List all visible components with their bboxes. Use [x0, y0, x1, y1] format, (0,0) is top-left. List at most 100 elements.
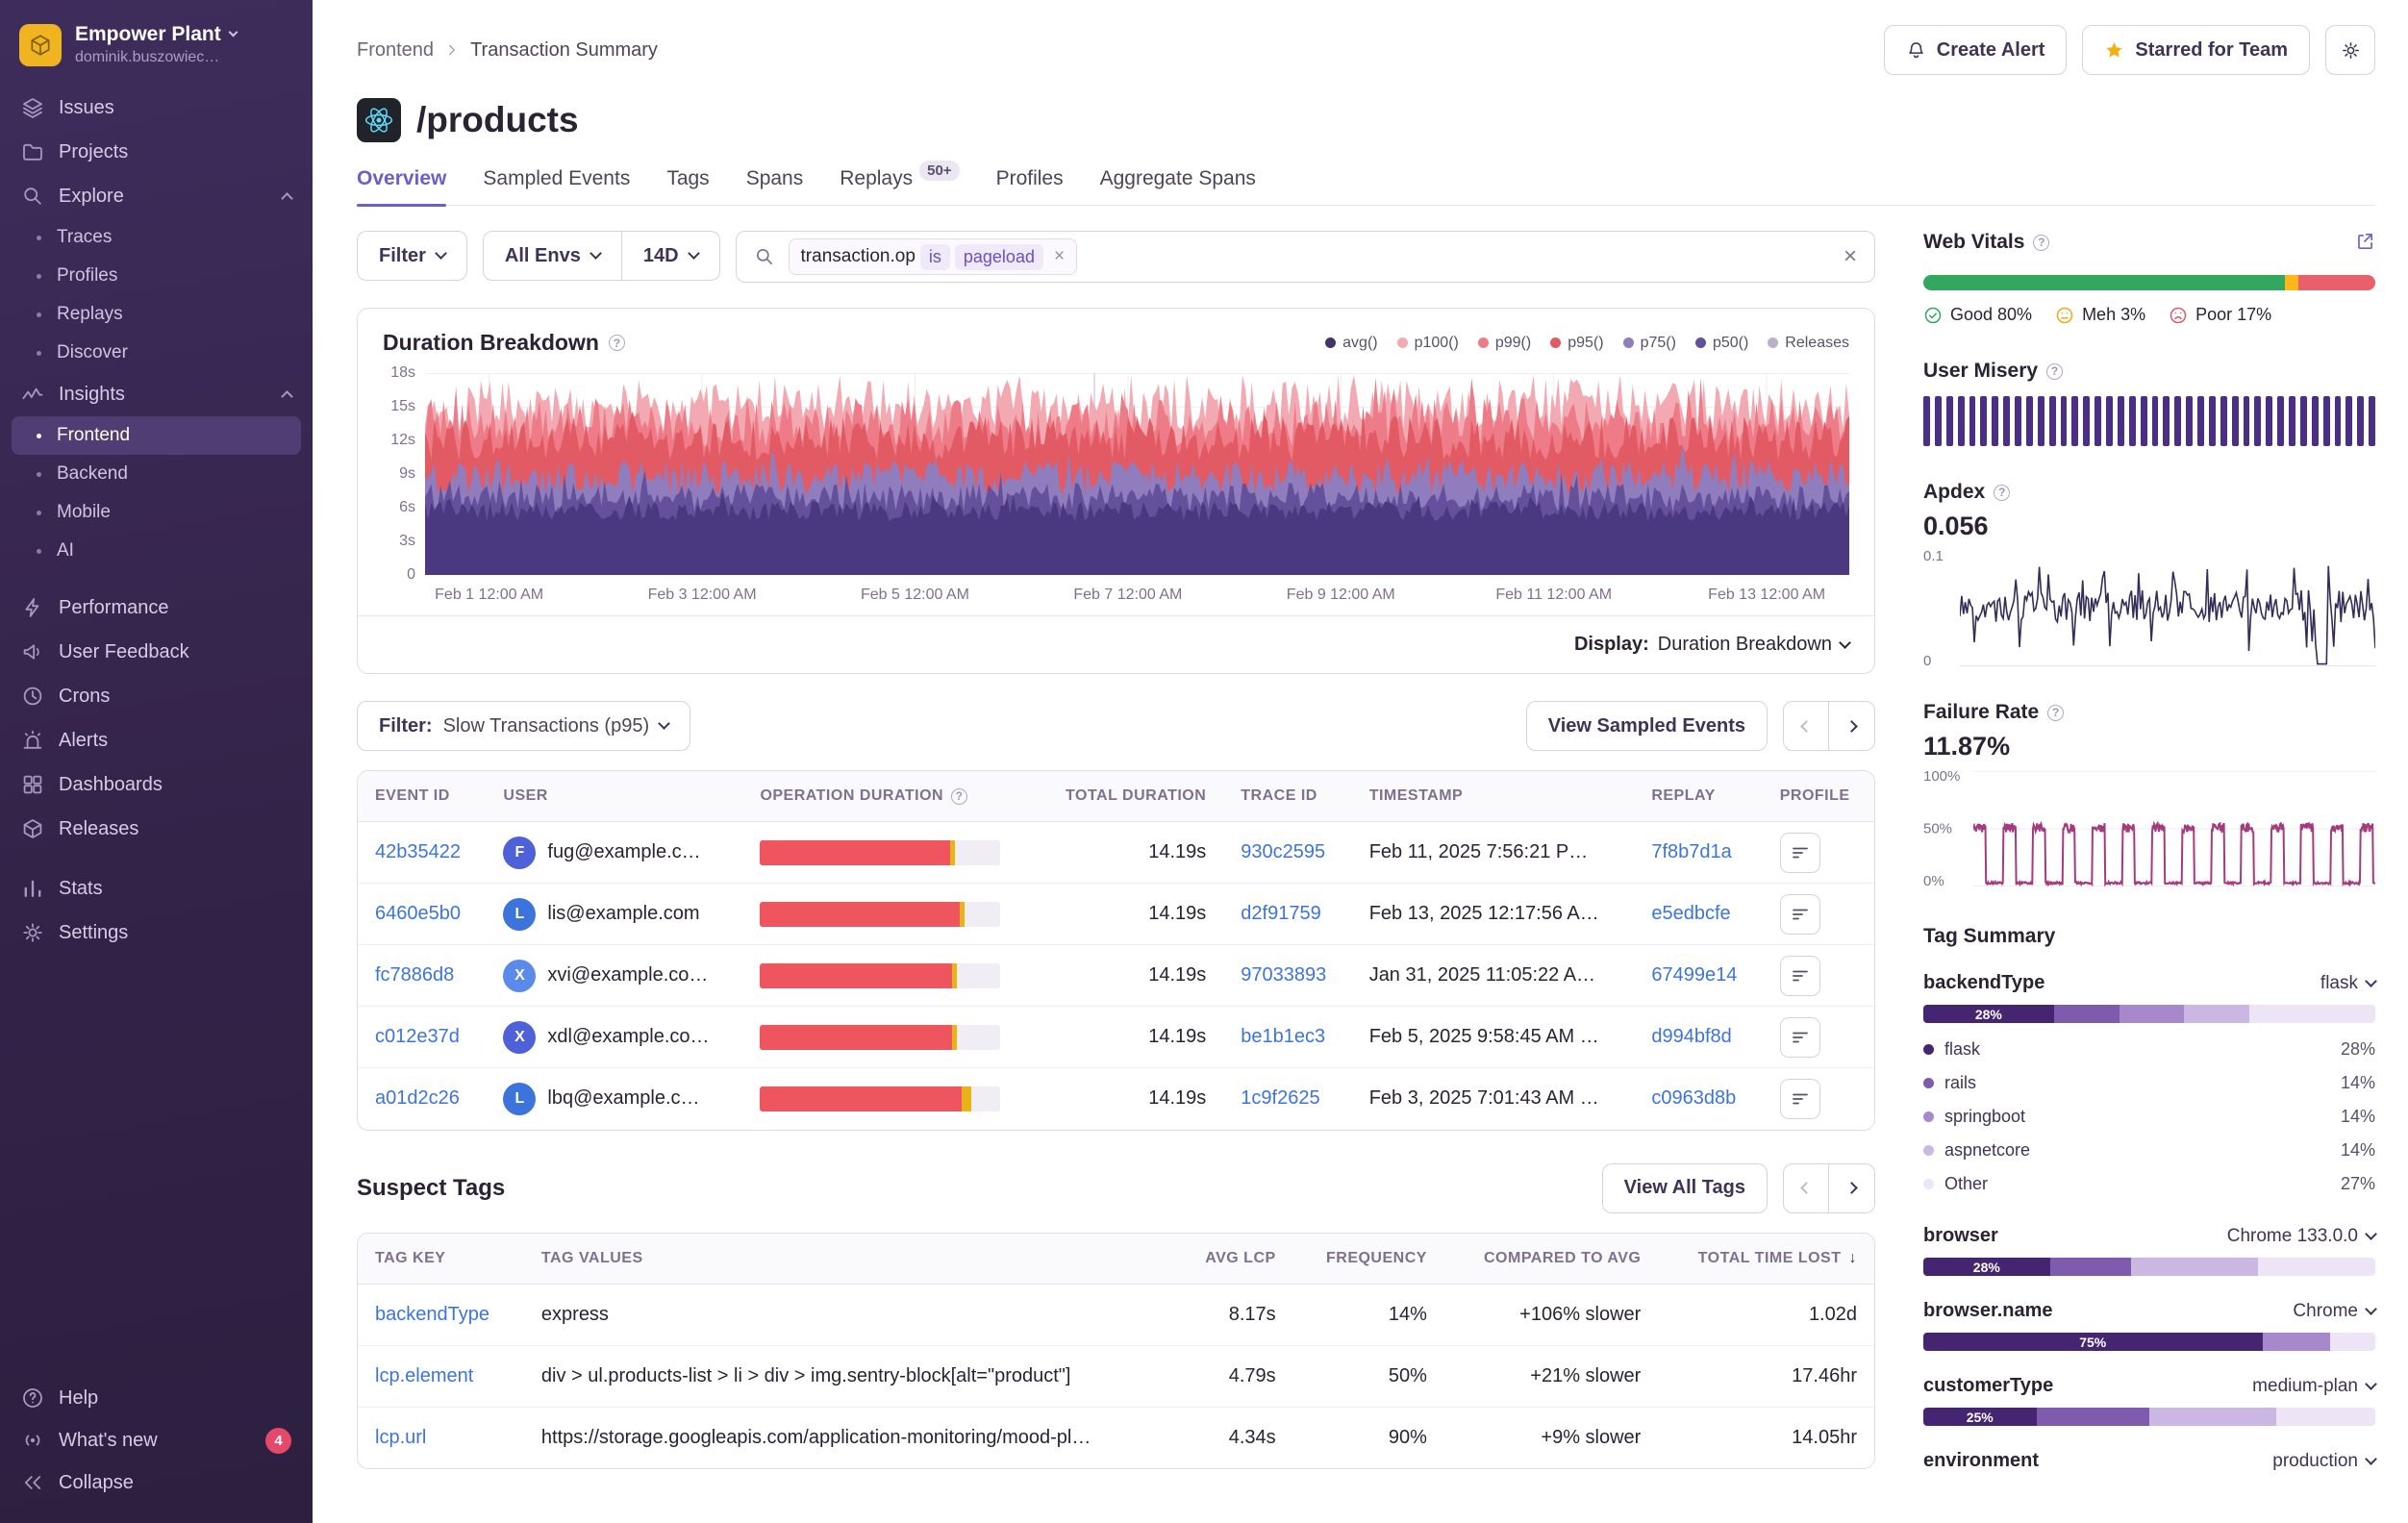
- profile-button[interactable]: [1780, 1079, 1820, 1119]
- sidebar-item-issues[interactable]: Issues: [0, 86, 313, 130]
- search-filter-token[interactable]: transaction.op is pageload: [789, 238, 1078, 275]
- sidebar-item-help[interactable]: Help: [0, 1377, 313, 1419]
- starred-for-team-button[interactable]: Starred for Team: [2082, 25, 2310, 75]
- event-id-link[interactable]: fc7886d8: [375, 964, 454, 986]
- search-input[interactable]: transaction.op is pageload: [736, 231, 1875, 283]
- tag-distribution-bar[interactable]: 28%: [1923, 1258, 2375, 1276]
- tag-group-header[interactable]: browser.name Chrome: [1923, 1300, 2375, 1322]
- tag-group-header[interactable]: environment production: [1923, 1450, 2375, 1472]
- help-icon[interactable]: [2033, 235, 2049, 251]
- operation-duration-bar[interactable]: [760, 963, 1000, 988]
- profile-button[interactable]: [1780, 956, 1820, 996]
- sidebar-subitem[interactable]: Frontend: [12, 416, 301, 455]
- sidebar-section-explore[interactable]: Explore: [0, 174, 313, 218]
- sidebar-item-user-feedback[interactable]: User Feedback: [0, 630, 313, 674]
- filter-dropdown[interactable]: Filter: [357, 231, 467, 281]
- event-id-link[interactable]: c012e37d: [375, 1026, 460, 1047]
- next-page-button[interactable]: [1829, 701, 1875, 751]
- tag-legend-row[interactable]: springboot 14%: [1923, 1100, 2375, 1134]
- tag-group-header[interactable]: browser Chrome 133.0.0: [1923, 1225, 2375, 1247]
- previous-page-button[interactable]: [1783, 701, 1829, 751]
- event-id-link[interactable]: 42b35422: [375, 841, 461, 862]
- sidebar-subitem[interactable]: Discover: [0, 334, 313, 372]
- clear-search-icon[interactable]: [1844, 245, 1857, 268]
- duration-breakdown-chart[interactable]: [425, 373, 1849, 575]
- remove-token-icon[interactable]: [1048, 246, 1070, 267]
- breadcrumb-transaction-summary[interactable]: Transaction Summary: [470, 39, 658, 62]
- page-settings-button[interactable]: [2325, 25, 2375, 75]
- sidebar-item-releases[interactable]: Releases: [0, 807, 313, 851]
- legend-item[interactable]: Releases: [1768, 335, 1849, 352]
- legend-item[interactable]: avg(): [1325, 335, 1377, 352]
- operation-duration-bar[interactable]: [760, 1086, 1000, 1111]
- previous-page-button[interactable]: [1783, 1163, 1829, 1213]
- trace-id-link[interactable]: 930c2595: [1241, 841, 1325, 862]
- profile-button[interactable]: [1780, 833, 1820, 873]
- view-all-tags-button[interactable]: View All Tags: [1602, 1163, 1768, 1213]
- legend-item[interactable]: p75(): [1623, 335, 1676, 352]
- sidebar-item-whats-new[interactable]: What's new 4: [0, 1419, 313, 1461]
- sidebar-item-crons[interactable]: Crons: [0, 674, 313, 718]
- tab[interactable]: Replays 50+: [840, 167, 959, 205]
- tag-legend-row[interactable]: aspnetcore 14%: [1923, 1134, 2375, 1167]
- tab[interactable]: Tags: [666, 167, 709, 205]
- tag-distribution-bar[interactable]: 25%: [1923, 1408, 2375, 1426]
- legend-item[interactable]: p50(): [1695, 335, 1748, 352]
- replay-link[interactable]: 67499e14: [1651, 964, 1737, 986]
- tag-key-link[interactable]: lcp.element: [375, 1365, 473, 1386]
- date-range-dropdown[interactable]: 14D: [622, 231, 720, 281]
- sidebar-item-projects[interactable]: Projects: [0, 130, 313, 174]
- breadcrumb-frontend[interactable]: Frontend: [357, 39, 434, 62]
- sidebar-item-alerts[interactable]: Alerts: [0, 718, 313, 762]
- replay-link[interactable]: c0963d8b: [1651, 1087, 1736, 1109]
- tag-legend-row[interactable]: flask 28%: [1923, 1033, 2375, 1066]
- tab[interactable]: Profiles: [996, 167, 1064, 205]
- replay-link[interactable]: 7f8b7d1a: [1651, 841, 1731, 862]
- tag-key-link[interactable]: backendType: [375, 1304, 489, 1325]
- sidebar-subitem[interactable]: AI: [0, 532, 313, 570]
- tag-group-header[interactable]: customerType medium-plan: [1923, 1375, 2375, 1397]
- tag-key-link[interactable]: lcp.url: [375, 1427, 426, 1448]
- help-icon[interactable]: [951, 788, 967, 805]
- help-icon[interactable]: [609, 335, 625, 351]
- legend-item[interactable]: p95(): [1550, 335, 1603, 352]
- trace-id-link[interactable]: 97033893: [1241, 964, 1326, 986]
- replay-link[interactable]: e5edbcfe: [1651, 903, 1730, 924]
- tab[interactable]: Aggregate Spans: [1100, 167, 1256, 205]
- help-icon[interactable]: [2047, 705, 2064, 721]
- help-icon[interactable]: [1994, 485, 2010, 501]
- user-misery-chart[interactable]: [1923, 396, 2375, 446]
- trace-id-link[interactable]: be1b1ec3: [1241, 1026, 1325, 1047]
- sidebar-item-dashboards[interactable]: Dashboards: [0, 762, 313, 807]
- failure-rate-chart[interactable]: 100% 50% 0%: [1923, 771, 2375, 886]
- web-vitals-bar[interactable]: [1923, 275, 2375, 290]
- trace-id-link[interactable]: d2f91759: [1241, 903, 1320, 924]
- sidebar-item-stats[interactable]: Stats: [0, 866, 313, 911]
- sidebar-collapse-button[interactable]: Collapse: [0, 1461, 313, 1504]
- legend-item[interactable]: p99(): [1478, 335, 1531, 352]
- tab[interactable]: Sampled Events: [483, 167, 630, 205]
- sidebar-subitem[interactable]: Replays: [0, 295, 313, 334]
- view-sampled-events-button[interactable]: View Sampled Events: [1526, 701, 1768, 751]
- sidebar-subitem[interactable]: Backend: [0, 455, 313, 493]
- sidebar-item-performance[interactable]: Performance: [0, 586, 313, 630]
- tag-distribution-bar[interactable]: 28%: [1923, 1005, 2375, 1023]
- sidebar-subitem[interactable]: Mobile: [0, 493, 313, 532]
- apdex-chart[interactable]: 0.1 0: [1923, 551, 2375, 666]
- tag-group-header[interactable]: backendType flask: [1923, 972, 2375, 994]
- operation-duration-bar[interactable]: [760, 840, 1000, 865]
- profile-button[interactable]: [1780, 1017, 1820, 1058]
- tag-distribution-bar[interactable]: 75%: [1923, 1333, 2375, 1351]
- operation-duration-bar[interactable]: [760, 902, 1000, 927]
- column-total-time-lost[interactable]: TOTAL TIME LOST: [1658, 1234, 1874, 1285]
- event-id-link[interactable]: 6460e5b0: [375, 903, 461, 924]
- tag-legend-row[interactable]: Other 27%: [1923, 1167, 2375, 1201]
- org-switcher[interactable]: Empower Plant dominik.buszowiec…: [0, 0, 313, 82]
- create-alert-button[interactable]: Create Alert: [1884, 25, 2068, 75]
- replay-link[interactable]: d994bf8d: [1651, 1026, 1731, 1047]
- legend-item[interactable]: p100(): [1397, 335, 1459, 352]
- sidebar-subitem[interactable]: Profiles: [0, 257, 313, 295]
- event-id-link[interactable]: a01d2c26: [375, 1087, 460, 1109]
- open-vitals-icon[interactable]: [2354, 231, 2375, 258]
- profile-button[interactable]: [1780, 894, 1820, 935]
